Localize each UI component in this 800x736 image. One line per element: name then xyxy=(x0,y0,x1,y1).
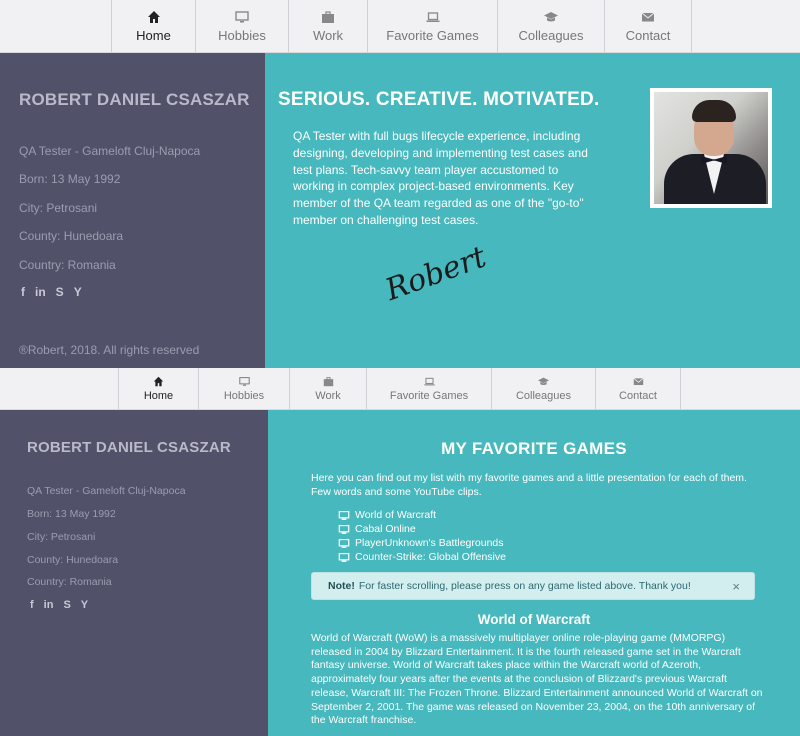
game-label: World of Warcraft xyxy=(355,509,437,521)
social-links: f in S Y xyxy=(21,285,82,299)
nav-label: Hobbies xyxy=(218,27,266,43)
hacker-news-icon[interactable]: Y xyxy=(81,599,88,611)
close-icon[interactable]: × xyxy=(732,579,740,594)
facebook-icon[interactable]: f xyxy=(30,599,34,611)
profile-city: City: Petrosani xyxy=(19,201,98,215)
games-title: MY FAVORITE GAMES xyxy=(441,439,627,458)
nav-label: Favorite Games xyxy=(389,389,469,402)
monitor-icon xyxy=(338,552,350,562)
game-label: PlayerUnknown's Battlegrounds xyxy=(355,537,504,549)
monitor-icon xyxy=(338,510,350,520)
nav-work[interactable]: Work xyxy=(288,0,367,52)
profile-name: ROBERT DANIEL CSASZAR xyxy=(19,90,250,109)
profile-city: City: Petrosani xyxy=(27,531,96,543)
linkedin-icon[interactable]: in xyxy=(35,285,46,299)
social-links: f in S Y xyxy=(30,599,88,611)
nav-label: Contact xyxy=(625,27,671,43)
nav-label: Hobbies xyxy=(223,389,265,402)
games-list: World of Warcraft Cabal Online PlayerUnk… xyxy=(338,508,506,564)
laptop-icon xyxy=(426,11,439,22)
profile-sidebar: ROBERT DANIEL CSASZAR QA Tester - Gamelo… xyxy=(0,53,265,368)
note-alert: Note! For faster scrolling, please press… xyxy=(311,572,755,600)
home-icon xyxy=(147,10,160,23)
nav-colleagues[interactable]: Colleagues xyxy=(491,368,595,409)
graduation-cap-icon xyxy=(538,377,549,385)
note-text: For faster scrolling, please press on an… xyxy=(358,580,691,592)
linkedin-icon[interactable]: in xyxy=(44,599,54,611)
nav-label: Work xyxy=(315,389,341,402)
nav-contact[interactable]: Contact xyxy=(595,368,681,409)
games-intro: Here you can find out my list with my fa… xyxy=(311,472,747,498)
profile-role: QA Tester - Gameloft Cluj-Napoca xyxy=(19,144,201,158)
skype-icon[interactable]: S xyxy=(63,599,70,611)
profile-country: Country: Romania xyxy=(27,576,112,588)
game-link[interactable]: World of Warcraft xyxy=(338,508,506,522)
monitor-icon xyxy=(338,524,350,534)
games-main: MY FAVORITE GAMES Here you can find out … xyxy=(268,410,800,736)
nav-label: Colleagues xyxy=(515,389,572,402)
nav-favorite-games[interactable]: Favorite Games xyxy=(367,0,497,52)
game-link[interactable]: Cabal Online xyxy=(338,522,506,536)
graduation-cap-icon xyxy=(544,11,558,21)
nav-menu: Home Hobbies Work Favorite Games Colleag… xyxy=(111,0,692,52)
nav-label: Home xyxy=(143,389,174,402)
envelope-icon xyxy=(641,12,655,21)
intro-section: ROBERT DANIEL CSASZAR QA Tester - Gamelo… xyxy=(0,53,800,368)
nav-contact[interactable]: Contact xyxy=(604,0,692,52)
facebook-icon[interactable]: f xyxy=(21,285,25,299)
profile-county: County: Hunedoara xyxy=(19,229,124,243)
briefcase-icon xyxy=(322,10,334,23)
profile-county: County: Hunedoara xyxy=(27,554,119,566)
top-navbar: Home Hobbies Work Favorite Games Colleag… xyxy=(0,0,800,53)
laptop-icon xyxy=(423,377,435,385)
wow-title: World of Warcraft xyxy=(477,612,591,627)
profile-photo xyxy=(650,88,772,208)
envelope-icon xyxy=(633,377,643,385)
nav-colleagues[interactable]: Colleagues xyxy=(497,0,604,52)
skype-icon[interactable]: S xyxy=(56,285,64,299)
copyright: ®Robert, 2018. All rights reserved xyxy=(19,343,200,357)
profile-role: QA Tester - Gameloft Cluj-Napoca xyxy=(27,485,186,497)
monitor-icon xyxy=(338,538,350,548)
home-icon xyxy=(153,376,164,386)
game-label: Cabal Online xyxy=(355,523,416,535)
games-section: ROBERT DANIEL CSASZAR QA Tester - Gamelo… xyxy=(0,410,800,736)
nav-hobbies[interactable]: Hobbies xyxy=(198,368,289,409)
profile-born: Born: 13 May 1992 xyxy=(27,508,116,520)
nav-label: Contact xyxy=(619,389,657,402)
nav-menu: Home Hobbies Work Favorite Games Colleag… xyxy=(118,368,681,409)
monitor-icon xyxy=(235,10,249,22)
signature: Robert xyxy=(381,239,491,308)
second-navbar: Home Hobbies Work Favorite Games Colleag… xyxy=(0,368,800,410)
hacker-news-icon[interactable]: Y xyxy=(74,285,82,299)
nav-favorite-games[interactable]: Favorite Games xyxy=(366,368,491,409)
nav-label: Colleagues xyxy=(518,27,584,43)
briefcase-icon xyxy=(323,376,333,386)
nav-hobbies[interactable]: Hobbies xyxy=(195,0,288,52)
headline: SERIOUS. CREATIVE. MOTIVATED. xyxy=(278,89,600,110)
about-text: QA Tester with full bugs lifecycle exper… xyxy=(293,129,588,227)
wow-description: World of Warcraft (WoW) is a massively m… xyxy=(311,632,763,727)
game-label: Counter-Strike: Global Offensive xyxy=(355,551,506,563)
nav-work[interactable]: Work xyxy=(289,368,366,409)
nav-home[interactable]: Home xyxy=(118,368,198,409)
nav-label: Work xyxy=(312,27,344,43)
profile-born: Born: 13 May 1992 xyxy=(19,172,121,186)
game-link[interactable]: Counter-Strike: Global Offensive xyxy=(338,550,506,564)
profile-sidebar: ROBERT DANIEL CSASZAR QA Tester - Gamelo… xyxy=(0,410,268,736)
nav-home[interactable]: Home xyxy=(111,0,195,52)
game-link[interactable]: PlayerUnknown's Battlegrounds xyxy=(338,536,506,550)
note-label: Note! xyxy=(328,580,355,592)
intro-main: SERIOUS. CREATIVE. MOTIVATED. QA Tester … xyxy=(265,53,800,368)
profile-name: ROBERT DANIEL CSASZAR xyxy=(27,439,231,456)
nav-label: Home xyxy=(136,27,171,43)
portrait-image xyxy=(654,92,768,204)
monitor-icon xyxy=(238,376,250,386)
profile-country: Country: Romania xyxy=(19,258,116,272)
nav-label: Favorite Games xyxy=(386,27,479,43)
